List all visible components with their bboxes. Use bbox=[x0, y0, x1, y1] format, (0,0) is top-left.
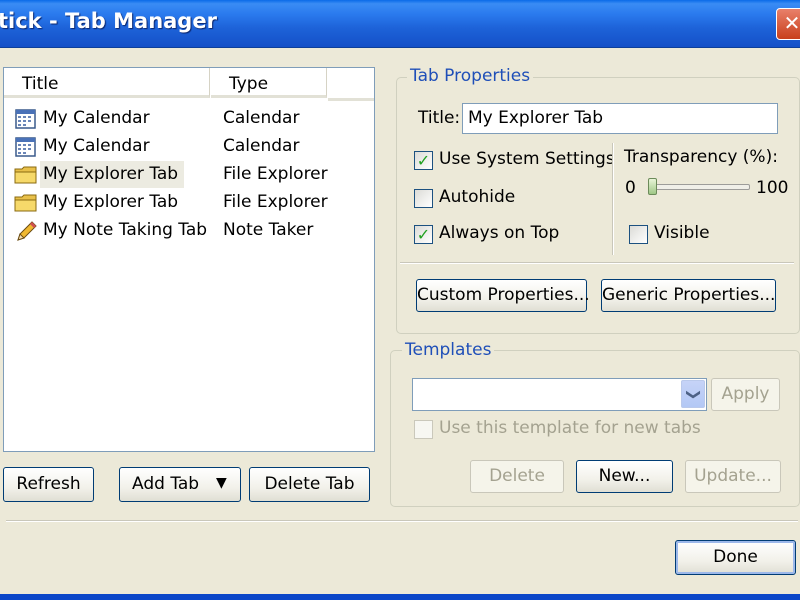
use-template-label: Use this template for new tabs bbox=[439, 418, 701, 438]
add-tab-button[interactable]: Add Tab ▼ bbox=[119, 467, 241, 502]
title-bar: tick - Tab Manager ✕ bbox=[0, 0, 800, 48]
close-icon: ✕ bbox=[783, 11, 800, 35]
list-item[interactable]: My Calendar Calendar bbox=[4, 133, 374, 160]
list-item[interactable]: My Explorer Tab File Explorer bbox=[4, 189, 374, 216]
templates-label: Templates bbox=[402, 340, 495, 360]
list-item-title: My Note Taking Tab bbox=[43, 220, 208, 240]
template-delete-button[interactable]: Delete bbox=[470, 460, 564, 493]
window-title: tick - Tab Manager bbox=[0, 9, 217, 33]
transparency-slider-track[interactable] bbox=[648, 184, 750, 190]
folder-icon bbox=[14, 166, 37, 184]
list-item-selected[interactable]: My Explorer Tab File Explorer bbox=[4, 161, 374, 188]
use-template-checkbox[interactable] bbox=[414, 420, 433, 439]
custom-properties-button[interactable]: Custom Properties... bbox=[416, 279, 590, 312]
title-field[interactable]: My Explorer Tab bbox=[462, 103, 778, 134]
tab-properties-label: Tab Properties bbox=[407, 66, 534, 86]
done-button[interactable]: Done bbox=[675, 540, 796, 575]
column-header-title[interactable]: Title bbox=[4, 68, 210, 98]
transparency-min-label: 0 bbox=[625, 178, 636, 198]
list-item-title: My Calendar bbox=[43, 136, 150, 156]
transparency-label: Transparency (%): bbox=[624, 147, 778, 167]
window-frame-bottom bbox=[0, 594, 800, 600]
generic-properties-button[interactable]: Generic Properties... bbox=[601, 279, 776, 312]
properties-divider-horizontal bbox=[400, 262, 794, 264]
properties-divider-vertical bbox=[612, 143, 614, 255]
list-item-type: Calendar bbox=[223, 136, 300, 156]
folder-icon bbox=[14, 194, 37, 212]
refresh-button[interactable]: Refresh bbox=[3, 467, 94, 502]
always-on-top-checkbox[interactable]: ✓ bbox=[414, 225, 433, 244]
apply-button[interactable]: Apply bbox=[711, 378, 780, 411]
title-field-label: Title: bbox=[418, 108, 461, 128]
template-dropdown[interactable]: ❯ bbox=[412, 378, 707, 411]
list-item[interactable]: My Calendar Calendar bbox=[4, 105, 374, 132]
list-item-title: My Explorer Tab bbox=[43, 192, 179, 212]
list-item-type: Note Taker bbox=[223, 220, 314, 240]
visible-label: Visible bbox=[654, 223, 710, 243]
list-item-title: My Calendar bbox=[43, 108, 150, 128]
autohide-checkbox[interactable] bbox=[414, 189, 433, 208]
transparency-slider-thumb[interactable] bbox=[648, 178, 657, 195]
add-tab-label: Add Tab bbox=[132, 474, 200, 494]
column-header-type[interactable]: Type bbox=[211, 68, 327, 98]
delete-tab-button[interactable]: Delete Tab bbox=[249, 467, 370, 502]
list-item-type: Calendar bbox=[223, 108, 300, 128]
calendar-icon bbox=[15, 109, 36, 129]
list-item-type: File Explorer bbox=[223, 164, 328, 184]
column-header-filler bbox=[328, 68, 374, 101]
dropdown-arrow-icon: ▼ bbox=[216, 475, 227, 491]
transparency-max-label: 100 bbox=[756, 178, 789, 198]
list-item-title: My Explorer Tab bbox=[43, 164, 179, 184]
tab-list[interactable]: Title Type My Calendar Calendar My Calen… bbox=[3, 67, 375, 452]
autohide-label: Autohide bbox=[439, 187, 516, 207]
calendar-icon bbox=[15, 137, 36, 157]
template-update-button[interactable]: Update... bbox=[685, 460, 781, 493]
visible-checkbox[interactable] bbox=[629, 225, 648, 244]
use-system-settings-checkbox[interactable]: ✓ bbox=[414, 151, 433, 170]
close-button[interactable]: ✕ bbox=[776, 8, 800, 40]
list-item[interactable]: My Note Taking Tab Note Taker bbox=[4, 217, 374, 244]
template-new-button[interactable]: New... bbox=[576, 460, 673, 493]
use-system-settings-label: Use System Settings bbox=[439, 149, 615, 169]
chevron-down-icon[interactable]: ❯ bbox=[681, 380, 705, 408]
tab-list-header: Title Type bbox=[4, 68, 374, 101]
list-item-type: File Explorer bbox=[223, 192, 328, 212]
dialog-separator bbox=[6, 520, 798, 522]
pencil-icon bbox=[17, 221, 37, 241]
always-on-top-label: Always on Top bbox=[439, 223, 560, 243]
